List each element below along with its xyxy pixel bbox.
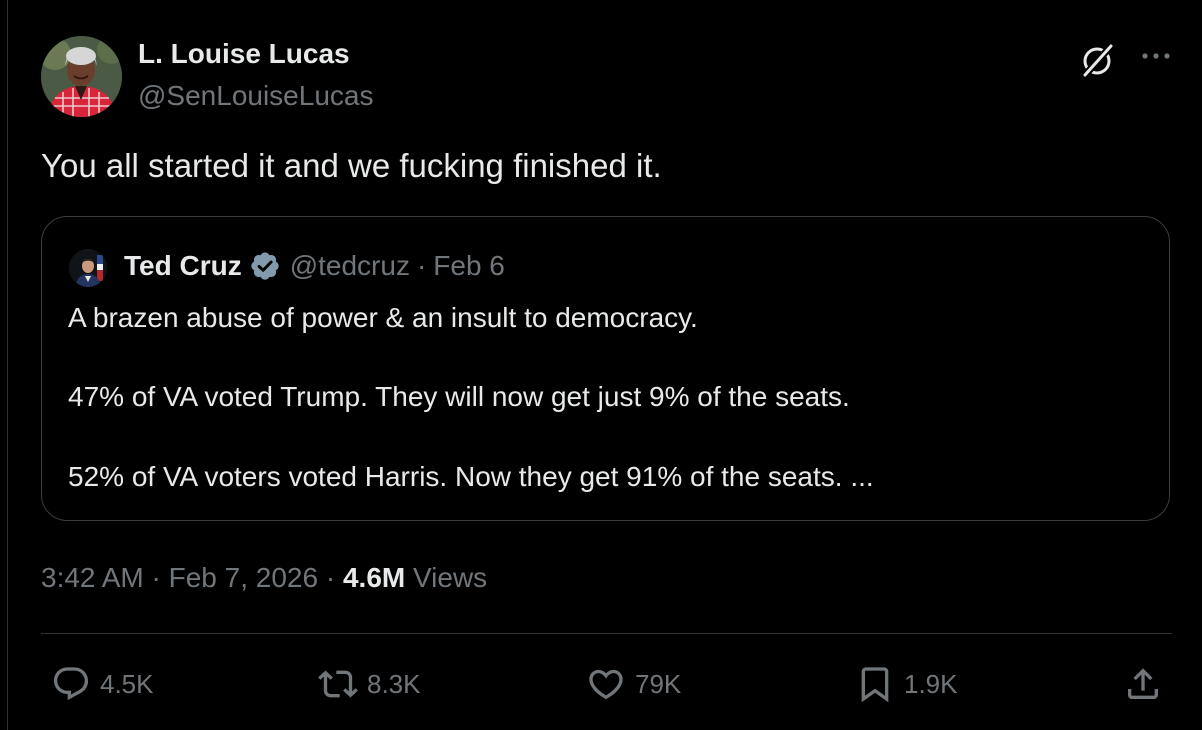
bookmark-icon: [861, 667, 889, 703]
meta-separator: ·: [325, 562, 336, 593]
reply-count: 4.5K: [100, 668, 154, 699]
share-icon: [1128, 668, 1158, 699]
author-avatar[interactable]: [41, 36, 122, 117]
quoted-date[interactable]: Feb 6: [433, 250, 505, 282]
quoted-text-line: 52% of VA voters voted Harris. Now they …: [68, 461, 874, 492]
quoted-author-avatar[interactable]: [69, 249, 107, 287]
reply-button[interactable]: 4.5K: [51, 664, 154, 704]
author-avatar-image: [41, 36, 122, 117]
repost-button[interactable]: 8.3K: [318, 664, 421, 704]
quoted-separator: ·: [416, 250, 427, 281]
quoted-text-line: A brazen abuse of power & an insult to d…: [68, 302, 698, 333]
views-count[interactable]: 4.6M: [343, 562, 405, 593]
like-icon: [589, 669, 623, 700]
author-name[interactable]: L. Louise Lucas: [138, 38, 350, 70]
views-label-text[interactable]: Views: [413, 562, 487, 593]
tweet-time[interactable]: 3:42 AM: [41, 562, 144, 593]
like-button[interactable]: 79K: [586, 664, 681, 704]
meta-separator: ·: [151, 562, 161, 593]
views-label: [405, 562, 413, 593]
reply-icon: [53, 667, 89, 701]
quoted-text-line: 47% of VA voted Trump. They will now get…: [68, 381, 850, 412]
tweet-meta: 3:42 AM · Feb 7, 2026 · 4.6M Views: [41, 562, 487, 594]
quoted-tweet-card[interactable]: Ted Cruz @tedcruz · Feb 6 A brazen abuse…: [41, 216, 1170, 521]
more-icon[interactable]: [1140, 44, 1172, 68]
author-handle[interactable]: @SenLouiseLucas: [138, 80, 373, 112]
grok-icon[interactable]: [1080, 42, 1116, 78]
column-divider: [7, 0, 8, 730]
quoted-author-name[interactable]: Ted Cruz: [124, 250, 242, 282]
tweet-date[interactable]: Feb 7, 2026: [169, 562, 318, 593]
like-count: 79K: [635, 668, 682, 699]
share-button[interactable]: [1123, 664, 1163, 704]
verified-badge-icon[interactable]: [249, 250, 281, 282]
bookmark-count: 1.9K: [904, 668, 958, 699]
bookmark-button[interactable]: 1.9K: [855, 664, 958, 704]
quoted-tweet-header: Ted Cruz @tedcruz · Feb 6: [124, 250, 505, 282]
repost-icon: [318, 670, 358, 698]
actions-divider: [41, 633, 1172, 634]
tweet-text: You all started it and we fucking finish…: [41, 147, 662, 184]
quoted-author-handle[interactable]: @tedcruz: [290, 250, 410, 282]
repost-count: 8.3K: [367, 668, 421, 699]
quoted-author-avatar-image: [69, 249, 107, 287]
